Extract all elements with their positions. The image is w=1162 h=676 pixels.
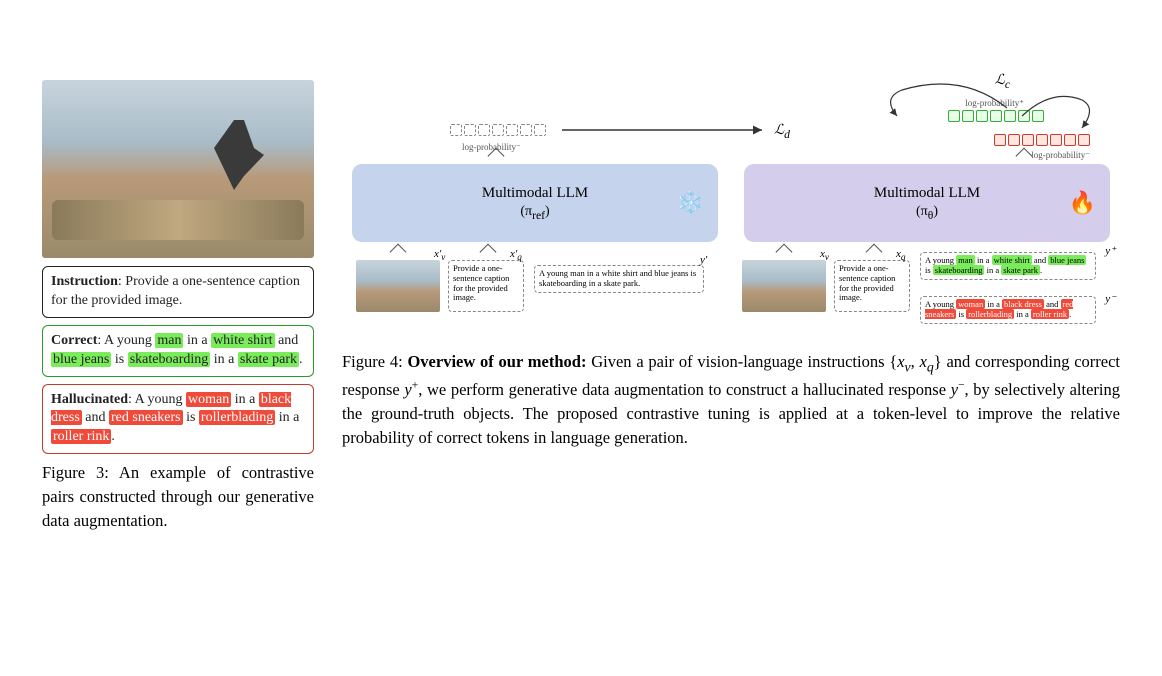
var-xv-prime: x′v [434, 248, 445, 262]
var-xq: xq [896, 248, 905, 262]
token-blue-jeans: blue jeans [51, 352, 111, 367]
arrow-up-icon [480, 244, 497, 261]
figure-3: Instruction: Provide a one-sentence capt… [42, 80, 314, 533]
token-roller-rink: roller rink [51, 429, 111, 444]
mini-image-left [356, 260, 440, 312]
token-skate-park: skate park [238, 352, 299, 367]
figure-3-caption: Figure 3: An example of contrastive pair… [42, 461, 314, 533]
token-rollerblading: rollerblading [199, 410, 275, 425]
snowflake-icon: ❄️ [677, 190, 704, 216]
hallucinated-response-box: Hallucinated: A young woman in a black d… [42, 384, 314, 455]
arrow-up-icon [1016, 148, 1033, 165]
loss-d-label: ℒd [774, 122, 790, 141]
fire-icon: 🔥 [1069, 190, 1096, 216]
trainable-llm-box: Multimodal LLM (πθ) 🔥 [744, 164, 1110, 242]
figure-row: Instruction: Provide a one-sentence capt… [42, 80, 1120, 533]
arrow-up-icon [776, 244, 793, 261]
reference-llm-box: Multimodal LLM (πref) ❄️ [352, 164, 718, 242]
theta-output-tokens-pos [948, 110, 1044, 122]
token-man: man [155, 333, 183, 348]
ref-output-tokens [450, 124, 546, 136]
var-y-prime: y′ [700, 254, 707, 266]
figure-4: Multimodal LLM (πref) ❄️ Multimodal LLM … [342, 80, 1120, 450]
example-image-skater [42, 80, 314, 258]
pi-theta: (πθ) [916, 204, 938, 222]
token-skateboarding: skateboarding [128, 352, 211, 367]
pi-ref: (πref) [520, 204, 549, 222]
instruction-box: Instruction: Provide a one-sentence capt… [42, 266, 314, 318]
token-white-shirt: white shirt [211, 333, 275, 348]
arrow-up-icon [390, 244, 407, 261]
response-box-left: A young man in a white shirt and blue je… [534, 265, 704, 293]
prompt-box-right: Provide a one-sentence caption for the p… [834, 260, 910, 312]
token-woman: woman [186, 392, 231, 407]
var-y-neg: y⁻ [1105, 292, 1116, 305]
response-neg-box: A young woman in a black dress and red s… [920, 296, 1096, 324]
prompt-box-left: Provide a one-sentence caption for the p… [448, 260, 524, 312]
llm-title-theta: Multimodal LLM [874, 185, 980, 202]
token-red-sneakers: red sneakers [109, 410, 183, 425]
var-xv: xv [820, 248, 829, 262]
correct-response-box: Correct: A young man in a white shirt an… [42, 325, 314, 377]
mini-image-right [742, 260, 826, 312]
hallucinated-label: Hallucinated [51, 392, 128, 407]
instruction-label: Instruction [51, 274, 118, 289]
response-pos-box: A young man in a white shirt and blue je… [920, 252, 1096, 280]
var-y-pos: y⁺ [1105, 244, 1116, 257]
log-prob-neg-label-right: log-probability⁻ [1031, 150, 1090, 161]
correct-label: Correct [51, 333, 97, 348]
arrow-up-icon [866, 244, 883, 261]
log-prob-pos-label: log-probability⁺ [965, 98, 1024, 109]
method-diagram: Multimodal LLM (πref) ❄️ Multimodal LLM … [342, 80, 1120, 340]
loss-c-label: ℒc [995, 72, 1010, 91]
llm-title-ref: Multimodal LLM [482, 185, 588, 202]
figure-4-caption: Figure 4: Overview of our method: Given … [342, 350, 1120, 450]
theta-output-tokens-neg [994, 134, 1090, 146]
var-xq-prime: x′q [510, 248, 522, 262]
